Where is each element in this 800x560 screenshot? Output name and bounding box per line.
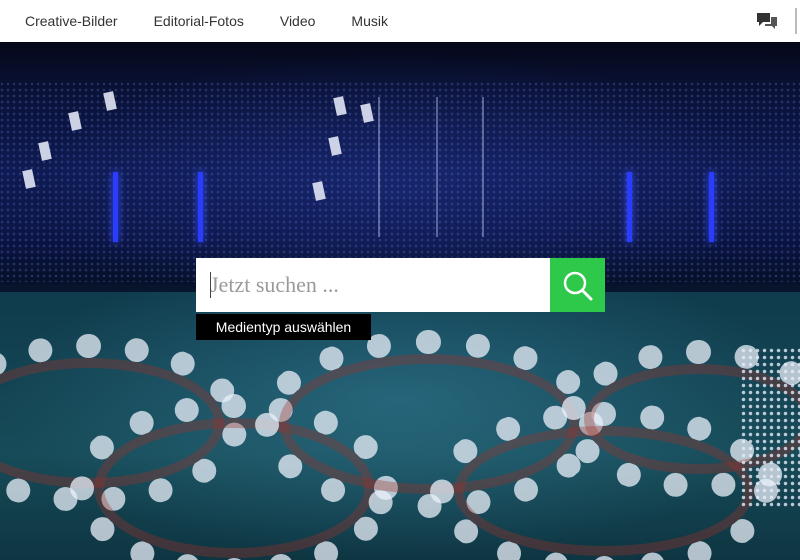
- nav-video[interactable]: Video: [280, 13, 316, 29]
- stage-light: [113, 172, 118, 242]
- pole: [378, 97, 380, 237]
- scroll-edge: [795, 8, 797, 34]
- media-type-select-button[interactable]: Medientyp auswählen: [196, 314, 371, 340]
- nav-editorial-photos[interactable]: Editorial-Fotos: [154, 13, 244, 29]
- nav-music[interactable]: Musik: [351, 13, 388, 29]
- stadium-stands: [0, 82, 800, 282]
- search-bar: [196, 258, 605, 312]
- stage-light: [709, 172, 714, 242]
- main-nav: Creative-Bilder Editorial-Fotos Video Mu…: [0, 0, 399, 42]
- nav-creative-images[interactable]: Creative-Bilder: [25, 13, 118, 29]
- chat-bubbles-icon[interactable]: [756, 11, 778, 31]
- performer-crowd: [740, 347, 800, 507]
- search-input[interactable]: [196, 258, 550, 312]
- pole: [436, 97, 438, 237]
- top-navigation-bar: Creative-Bilder Editorial-Fotos Video Mu…: [0, 0, 800, 42]
- search-icon: [563, 271, 593, 301]
- stage-light: [198, 172, 203, 242]
- pole: [482, 97, 484, 237]
- search-button[interactable]: [550, 258, 605, 312]
- stage-light: [627, 172, 632, 242]
- text-caret: [210, 272, 211, 298]
